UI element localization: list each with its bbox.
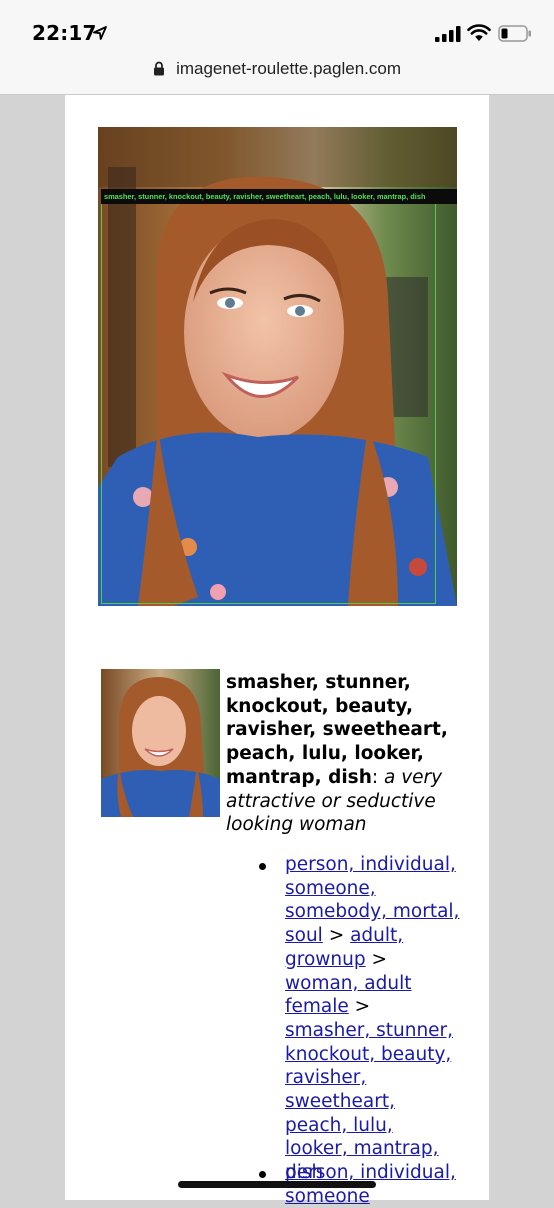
hierarchy-separator: > xyxy=(322,925,351,947)
cellular-signal-icon xyxy=(435,26,461,42)
home-indicator[interactable] xyxy=(178,1181,376,1188)
lock-icon xyxy=(153,61,164,76)
battery-icon xyxy=(498,25,531,42)
wifi-icon xyxy=(467,24,491,41)
bullet-icon xyxy=(259,863,266,870)
status-time: 22:17 xyxy=(32,21,97,45)
result-thumbnail xyxy=(101,669,220,817)
browser-top-bar: 22:17 imagenet-roulette.paglen.com xyxy=(0,0,554,95)
hierarchy-list: person, individual, someone, somebody, m… xyxy=(259,853,460,1185)
face-detection-box xyxy=(101,189,436,604)
address-bar[interactable]: imagenet-roulette.paglen.com xyxy=(0,58,554,84)
detection-label: smasher, stunner, knockout, beauty, ravi… xyxy=(101,189,457,204)
hierarchy-separator: > xyxy=(365,948,387,970)
url-text: imagenet-roulette.paglen.com xyxy=(176,58,401,78)
title-separator: : xyxy=(371,766,384,788)
bullet-icon xyxy=(259,1171,266,1178)
result-description: smasher, stunner, knockout, beauty, ravi… xyxy=(226,671,458,837)
hierarchy-link-smasher[interactable]: smasher, stunner, knockout, beauty, ravi… xyxy=(285,1020,453,1183)
hierarchy-separator: > xyxy=(348,996,371,1018)
list-item: person, individual, someone, somebody, m… xyxy=(259,853,460,1185)
location-arrow-icon xyxy=(93,26,107,40)
